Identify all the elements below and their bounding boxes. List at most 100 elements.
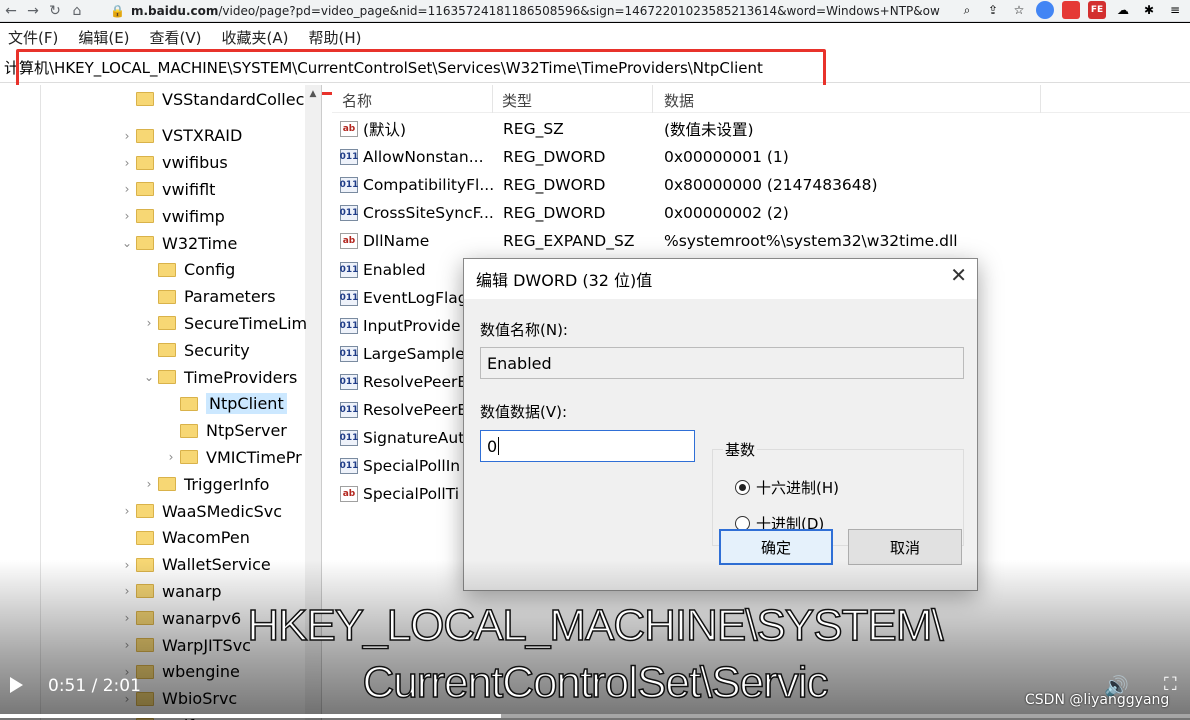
value-name: EventLogFlag <box>363 288 468 307</box>
value-type: REG_DWORD <box>503 176 606 195</box>
url-host: m.baidu.com <box>130 4 219 18</box>
menu-help[interactable]: 帮助(H) <box>308 27 361 48</box>
header-divider[interactable] <box>492 85 493 113</box>
watermark: CSDN @liyanggyang <box>1025 692 1170 708</box>
value-data-text: 0 <box>487 436 498 456</box>
tree-node[interactable]: ⌄ W32Time <box>118 230 237 256</box>
folder-icon <box>180 423 198 438</box>
value-data: 0x00000001 (1) <box>664 148 789 167</box>
value-name: ResolvePeerE <box>363 372 468 391</box>
value-name: DllName <box>363 232 430 251</box>
folder-icon <box>136 128 154 143</box>
tree-node[interactable]: VSStandardCollec <box>118 86 304 112</box>
header-data[interactable]: 数据 <box>664 90 694 111</box>
tree-node[interactable]: Config <box>140 257 235 283</box>
header-type[interactable]: 类型 <box>502 90 532 111</box>
binary-value-icon: 011 <box>340 149 358 166</box>
chevron-right-icon[interactable]: › <box>118 156 136 170</box>
chevron-down-icon[interactable]: ⌄ <box>140 370 158 384</box>
list-item[interactable]: 011 AllowNonstan... REG_DWORD 0x00000001 (1… <box>340 144 1190 170</box>
text-caret <box>498 437 500 455</box>
chrome-extension-icon[interactable] <box>1036 1 1054 19</box>
value-type: REG_DWORD <box>503 148 606 167</box>
menu-favorites[interactable]: 收藏夹(A) <box>222 27 289 48</box>
tree-node[interactable]: › WaaSMedicSvc <box>118 498 282 524</box>
tree-node[interactable]: NtpClient <box>162 391 287 417</box>
base-label: 基数 <box>723 439 758 460</box>
menu-view[interactable]: 查看(V) <box>150 27 202 48</box>
radio-hexadecimal[interactable]: 十六进制(H) <box>735 477 839 498</box>
tree-node-label: VSStandardCollec <box>162 89 305 109</box>
binary-value-icon: 011 <box>340 205 358 222</box>
radio-hex-dot[interactable] <box>735 480 750 495</box>
value-data: 0x80000000 (2147483648) <box>664 176 878 195</box>
extensions-icon[interactable]: ✱ <box>1140 1 1158 19</box>
cloud-icon[interactable]: ☁ <box>1114 1 1132 19</box>
scroll-up-icon[interactable]: ▲ <box>305 85 321 99</box>
tree-node[interactable]: Security <box>140 337 250 363</box>
folder-icon <box>158 289 176 304</box>
share-icon[interactable]: ⇪ <box>984 1 1002 19</box>
tree-node[interactable]: › vwififlt <box>118 176 216 202</box>
menu-edit[interactable]: 编辑(E) <box>78 27 129 48</box>
tree-node-label: VSTXRAID <box>162 126 243 146</box>
chevron-right-icon[interactable]: › <box>118 504 136 518</box>
video-controls: 0:51 / 2:01 🔊 ⛶ <box>0 668 1190 708</box>
tree-node-label: WaaSMedicSvc <box>162 501 283 521</box>
zoom-icon[interactable]: ⌕ <box>958 1 976 19</box>
tree-node[interactable]: ⌄ TimeProviders <box>140 364 297 390</box>
list-item[interactable]: 011 CrossSiteSyncF... REG_DWORD 0x00000002 … <box>340 200 1190 226</box>
chevron-right-icon[interactable]: › <box>118 129 136 143</box>
tree-node[interactable]: Parameters <box>140 284 276 310</box>
tree-node[interactable]: › VMICTimePr <box>162 444 302 470</box>
tree-node[interactable]: › TriggerInfo <box>140 471 270 497</box>
tree-node-label: Security <box>184 340 250 360</box>
binary-value-icon: 011 <box>340 261 358 278</box>
value-data-input[interactable]: 0 <box>480 430 695 462</box>
close-icon[interactable]: ✕ <box>950 263 967 287</box>
value-type: REG_SZ <box>503 120 564 138</box>
reload-icon[interactable]: ↻ <box>44 3 66 19</box>
list-header: 名称 类型 数据 <box>332 85 1190 113</box>
tree-node[interactable]: › SecureTimeLim <box>140 310 308 336</box>
tree-node-label: NtpServer <box>206 421 287 441</box>
bookmark-star-icon[interactable]: ☆ <box>1010 1 1028 19</box>
list-item[interactable]: 011 CompatibilityFl... REG_DWORD 0x80000000… <box>340 172 1190 198</box>
header-divider[interactable] <box>1040 85 1041 113</box>
tree-node[interactable]: WacomPen <box>118 525 250 551</box>
list-item[interactable]: ab (默认) REG_SZ (数值未设置) <box>340 116 1190 142</box>
address-bar[interactable]: 🔒 m.baidu.com/video/page?pd=video_page&n… <box>110 1 940 21</box>
tree-node[interactable]: › vwifimp <box>118 203 225 229</box>
video-progress-bar[interactable] <box>0 714 1190 718</box>
chevron-right-icon[interactable]: › <box>140 477 158 491</box>
menu-file[interactable]: 文件(F) <box>8 27 58 48</box>
home-icon[interactable]: ⌂ <box>66 3 88 19</box>
header-divider[interactable] <box>652 85 653 113</box>
list-item[interactable]: ab DllName REG_EXPAND_SZ %systemroot%\syste… <box>340 228 1190 254</box>
chevron-right-icon[interactable]: › <box>140 316 158 330</box>
tree-node[interactable]: NtpServer <box>162 418 287 444</box>
value-name-field[interactable]: Enabled <box>480 347 964 379</box>
tree-node[interactable]: › VSTXRAID <box>118 123 243 149</box>
back-icon[interactable]: ← <box>0 3 22 19</box>
folder-icon <box>158 262 176 277</box>
binary-value-icon: 011 <box>340 430 358 447</box>
chevron-right-icon[interactable]: › <box>118 209 136 223</box>
binary-value-icon: 011 <box>340 345 358 362</box>
chevron-right-icon[interactable]: › <box>162 450 180 464</box>
video-progress-fill <box>0 714 501 718</box>
folder-icon <box>180 450 198 465</box>
chevron-right-icon[interactable]: › <box>118 182 136 196</box>
lock-icon: 🔒 <box>110 4 125 18</box>
header-name[interactable]: 名称 <box>342 90 372 111</box>
extension-red-icon[interactable] <box>1062 1 1080 19</box>
folder-icon <box>158 316 176 331</box>
value-data: 0x00000002 (2) <box>664 204 789 223</box>
folder-icon <box>180 396 198 411</box>
reading-list-icon[interactable]: ≡ <box>1166 1 1184 19</box>
play-icon[interactable] <box>10 677 23 693</box>
chevron-down-icon[interactable]: ⌄ <box>118 236 136 250</box>
extension-fe-icon[interactable]: FE <box>1088 1 1106 19</box>
forward-icon[interactable]: → <box>22 3 44 19</box>
tree-node[interactable]: › vwifibus <box>118 150 228 176</box>
